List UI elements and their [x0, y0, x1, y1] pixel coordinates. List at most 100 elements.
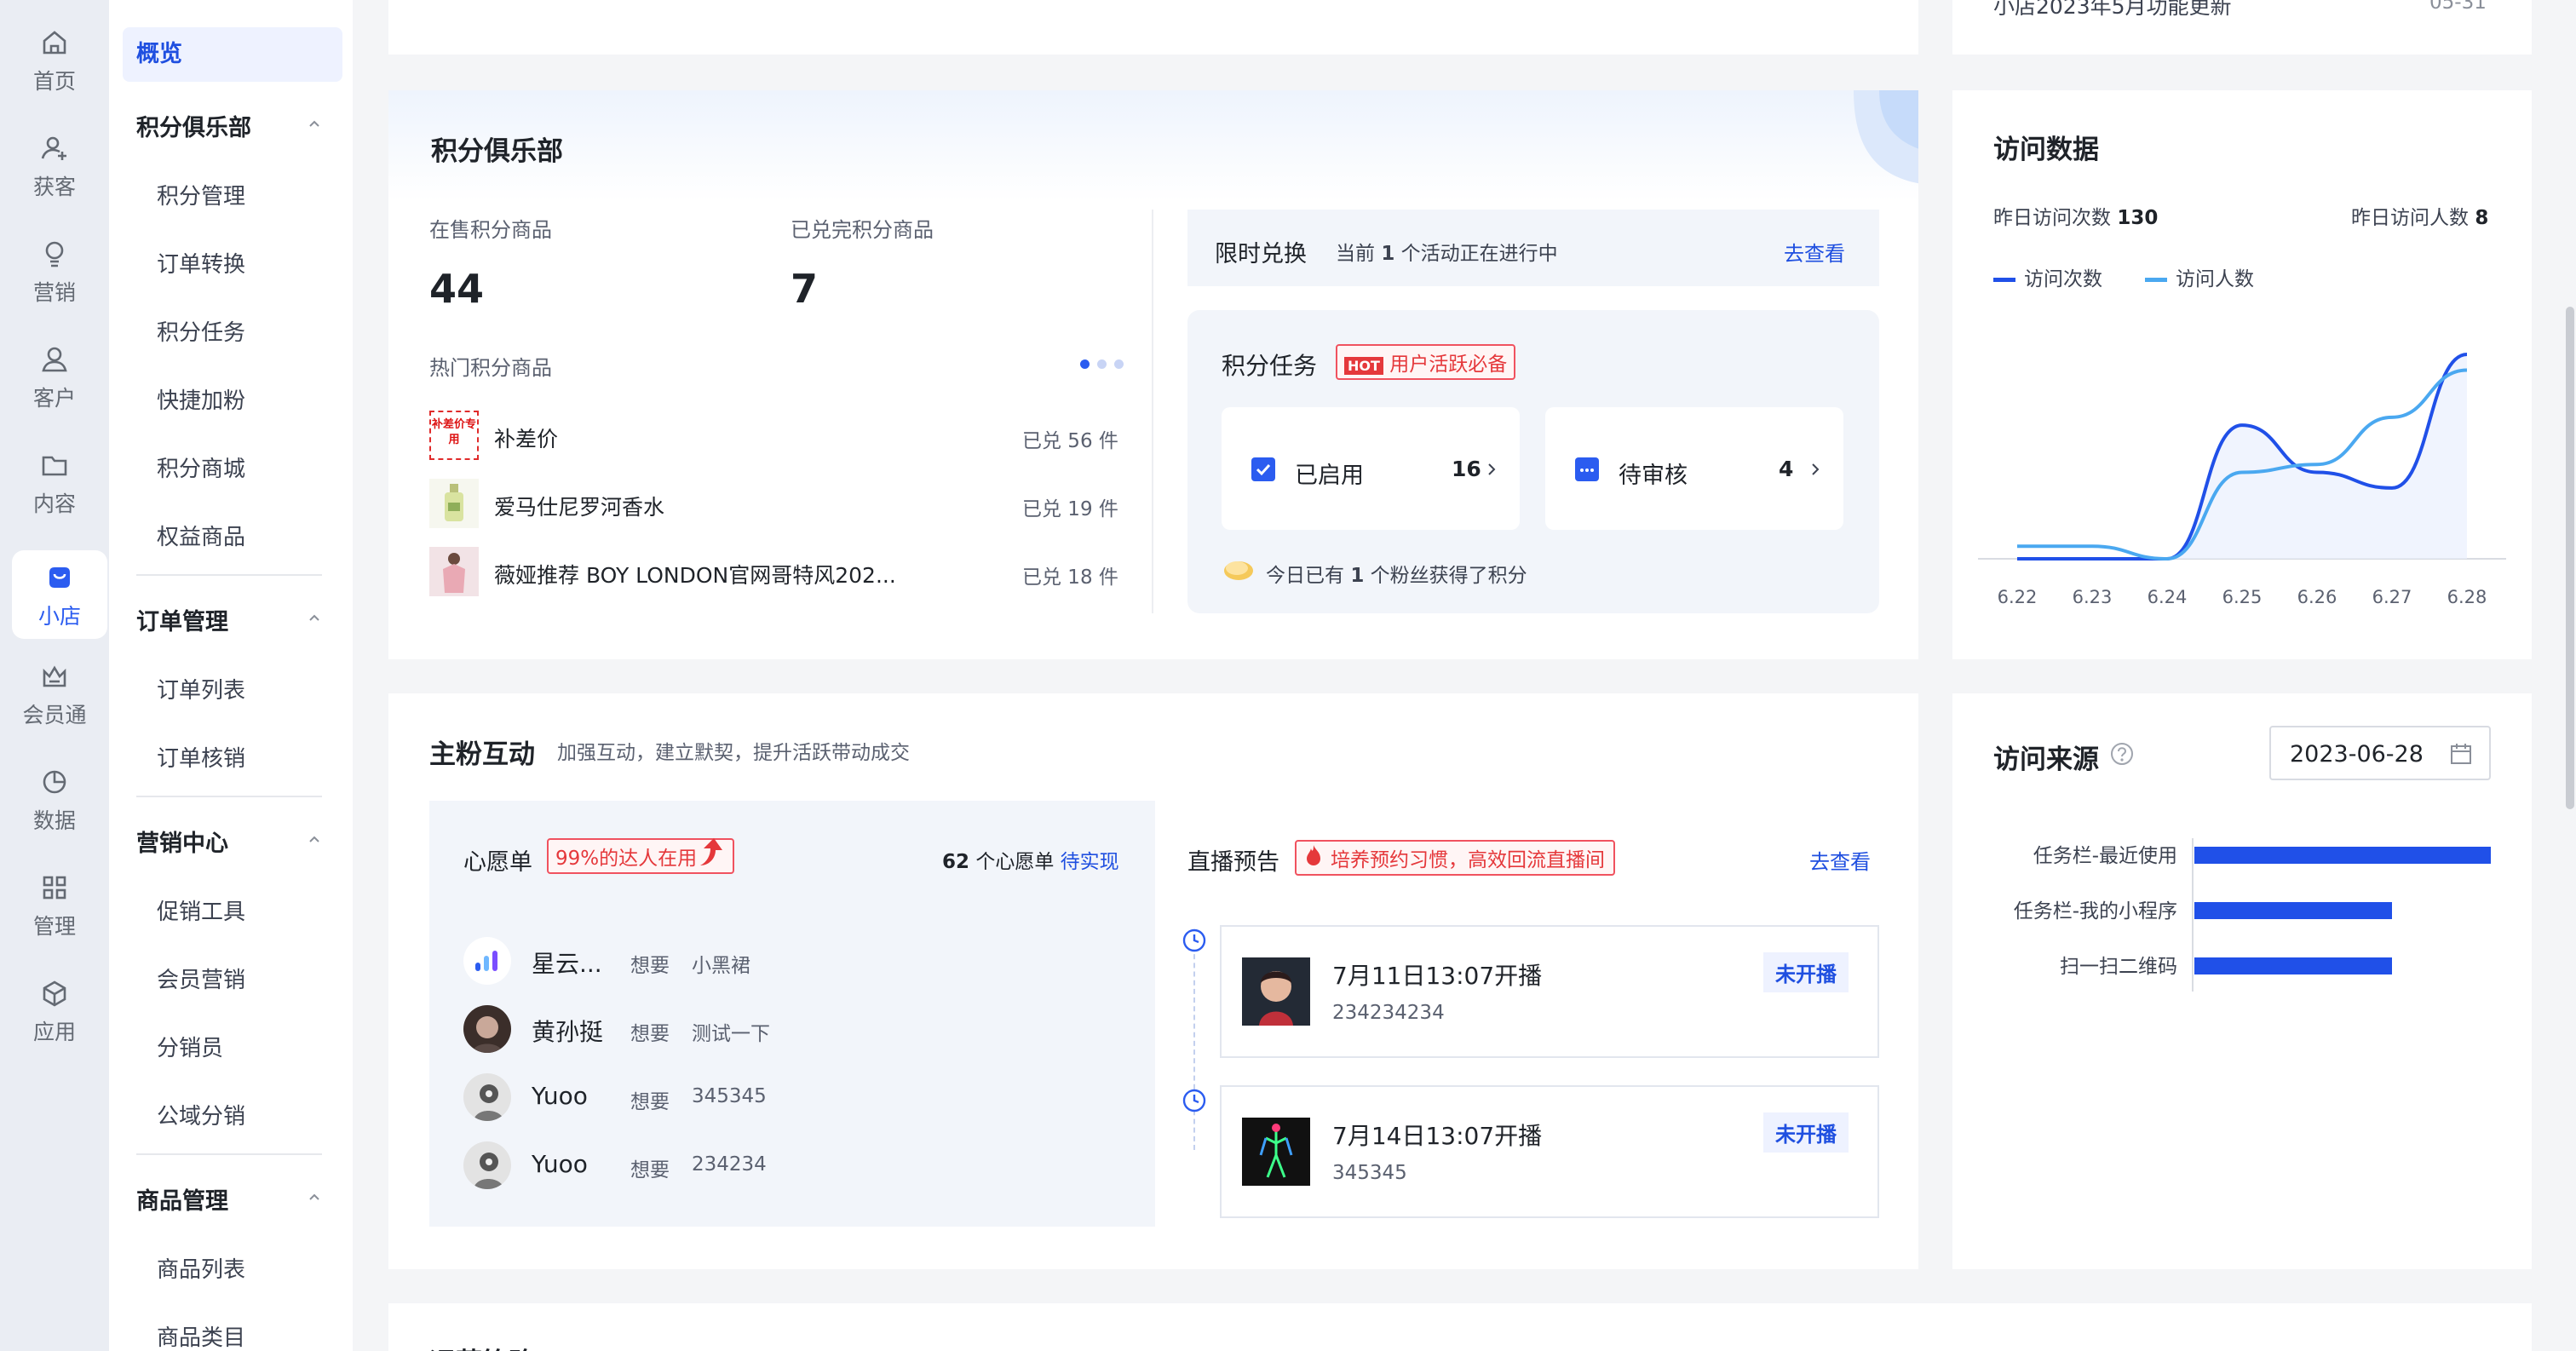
pending-label: 待审核 [1619, 463, 1688, 489]
today-points-text: 今日已有 1 个粉丝获得了积分 [1266, 559, 1527, 588]
skeleton-cover-icon [1259, 1124, 1293, 1178]
chevron-up-icon[interactable] [308, 833, 320, 845]
calendar-icon [2451, 744, 2471, 764]
hot-item-name[interactable]: 薇娅推荐 BOY LONDON官网哥特风202... [494, 559, 896, 589]
sidebar-item[interactable]: 公域分销 [157, 1099, 245, 1130]
flash-title: 限时兑换 [1215, 241, 1307, 267]
chevron-up-icon[interactable] [308, 118, 320, 129]
points-task-panel: 积分任务 HOT 用户活跃必备 已启用 16 待审核 4 今日已有 1 个粉丝获… [1187, 310, 1879, 613]
user-icon [42, 347, 67, 372]
card-title: 运营策略 [429, 1341, 535, 1351]
folder-icon [42, 456, 67, 476]
hot-item-count: 已兑 56 件 [1022, 430, 1118, 452]
flash-desc: 当前 1 个活动正在进行中 [1336, 237, 1558, 266]
sidebar-item[interactable]: 权益商品 [157, 520, 245, 551]
enabled-tasks-button[interactable]: 已启用 16 [1222, 407, 1520, 530]
card-subtitle: 加强互动，建立默契，提升活跃带动成交 [557, 742, 910, 764]
sidebar-item[interactable]: 积分管理 [157, 179, 245, 210]
wisher-name[interactable]: 星云... [532, 946, 602, 980]
sidebar-item[interactable]: 分销员 [157, 1031, 223, 1062]
live-cover [1242, 1118, 1310, 1186]
bar[interactable] [2194, 847, 2491, 864]
today-post: 个粉丝获得了积分 [1370, 565, 1527, 587]
sidebar-item[interactable]: 订单核销 [157, 741, 245, 773]
sidebar-group-points-club[interactable]: 积分俱乐部 [136, 109, 251, 142]
rail-item-apps[interactable]: 应用 [0, 976, 109, 1070]
live-item[interactable]: 7月14日13:07开播 345345 未开播 [1220, 1085, 1879, 1218]
sidebar-item[interactable]: 商品列表 [157, 1252, 245, 1284]
avatar [463, 1005, 511, 1053]
rail-item-shop[interactable]: 小店 [12, 550, 107, 639]
live-time: 7月11日13:07开播 [1332, 962, 1543, 990]
rail-label: 应用 [32, 1020, 76, 1044]
rail-item-manage[interactable]: 管理 [0, 871, 109, 964]
sidebar-group-marketing[interactable]: 营销中心 [136, 825, 228, 858]
redeemed-value[interactable]: 7 [791, 266, 818, 312]
rail-item-acquire[interactable]: 获客 [0, 131, 109, 225]
carousel-dots[interactable] [1080, 359, 1131, 370]
sidebar-item[interactable]: 积分任务 [157, 315, 245, 347]
visit-data-card: 访问数据 昨日访问次数 130 昨日访问人数 8 访问次数 访问人数 6.22 6… [1952, 90, 2532, 659]
rail-item-data[interactable]: 数据 [0, 765, 109, 859]
legend-people[interactable]: 访问人数 [2145, 262, 2254, 291]
date-picker[interactable]: 2023-06-28 [2269, 726, 2491, 780]
rail-label: 数据 [32, 808, 76, 833]
sidebar-group-orders[interactable]: 订单管理 [136, 603, 228, 636]
sidebar-item[interactable]: 订单转换 [157, 247, 245, 279]
wisher-name[interactable]: Yuoo [532, 1150, 588, 1178]
bar-category-label: 扫一扫二维码 [2060, 956, 2177, 978]
sidebar-item-overview[interactable]: 概览 [123, 27, 342, 82]
bar[interactable] [2194, 957, 2392, 974]
page-scrollbar[interactable] [2566, 307, 2574, 809]
sidebar-item[interactable]: 商品类目 [157, 1320, 245, 1351]
hot-item-name[interactable]: 爱马仕尼罗河香水 [494, 491, 664, 521]
rail-item-marketing[interactable]: 营销 [0, 237, 109, 331]
help-icon[interactable] [2109, 741, 2135, 767]
notice-text[interactable]: 小店2023年5月功能更新 [1993, 0, 2232, 20]
wishlist-pending-link[interactable]: 待实现 [1061, 851, 1119, 873]
avatar [463, 937, 511, 985]
rail-label: 管理 [32, 914, 76, 939]
strategy-card: 运营策略 [388, 1303, 2532, 1351]
sidebar-group-products[interactable]: 商品管理 [136, 1182, 228, 1216]
chevron-right-icon [1488, 463, 1496, 475]
rail-label: 内容 [32, 492, 76, 516]
card-title: 访问数据 [1993, 135, 2099, 165]
hot-badge: HOT 用户活跃必备 [1336, 344, 1516, 380]
live-title: 直播预告 [1187, 849, 1279, 876]
rail-item-content[interactable]: 内容 [0, 448, 109, 542]
wish-item: 小黑裙 [692, 955, 750, 977]
legend-visits[interactable]: 访问次数 [1993, 262, 2102, 291]
sidebar-item[interactable]: 积分商城 [157, 451, 245, 483]
avatar [463, 1073, 511, 1121]
sidebar-item[interactable]: 促销工具 [157, 894, 245, 926]
fire-icon [1307, 845, 1320, 865]
rail-item-member[interactable]: 会员通 [0, 659, 109, 753]
flash-view-link[interactable]: 去查看 [1784, 237, 1845, 267]
rail-item-customer[interactable]: 客户 [0, 342, 109, 436]
hot-tag: HOT [1344, 357, 1383, 375]
redeemed-label: 已兑完积分商品 [791, 218, 934, 242]
rail-item-home[interactable]: 首页 [0, 26, 109, 119]
pending-tasks-button[interactable]: 待审核 4 [1545, 407, 1843, 530]
bar[interactable] [2194, 902, 2392, 919]
hot-item-name[interactable]: 补差价 [494, 423, 558, 453]
sidebar-item[interactable]: 订单列表 [157, 673, 245, 704]
shop-icon [49, 567, 70, 588]
want-label: 想要 [630, 1023, 670, 1045]
wisher-name[interactable]: 黄孙挺 [532, 1014, 603, 1048]
chevron-up-icon[interactable] [308, 1191, 320, 1203]
enabled-label: 已启用 [1295, 463, 1364, 489]
sidebar-item[interactable]: 会员营销 [157, 963, 245, 994]
sidebar-item[interactable]: 快捷加粉 [157, 383, 245, 415]
wisher-name[interactable]: Yuoo [532, 1082, 588, 1110]
live-item[interactable]: 7月11日13:07开播 234234234 未开播 [1220, 925, 1879, 1058]
wishlist-count-value: 62 [942, 851, 970, 873]
on-sale-value[interactable]: 44 [429, 266, 484, 312]
live-view-link[interactable]: 去查看 [1809, 845, 1871, 875]
clock-icon [1182, 1089, 1206, 1112]
chevron-up-icon[interactable] [308, 612, 320, 624]
live-id: 345345 [1332, 1162, 1407, 1184]
pending-count: 4 [1779, 457, 1794, 481]
notice-date: 05-31 [2429, 0, 2487, 14]
